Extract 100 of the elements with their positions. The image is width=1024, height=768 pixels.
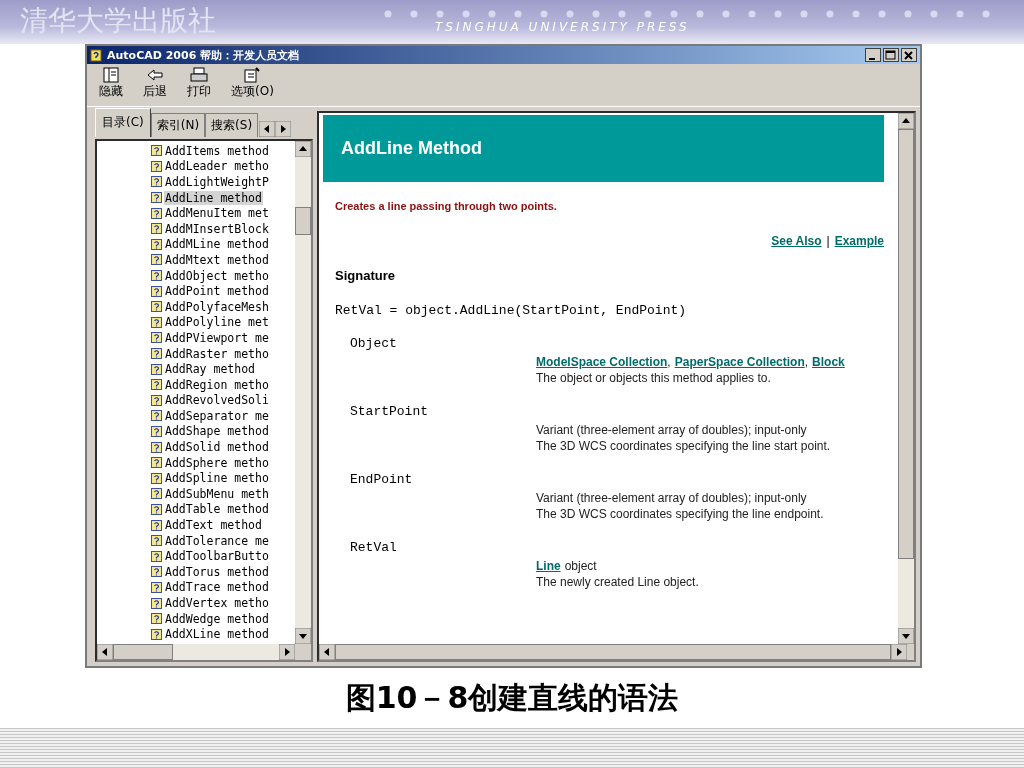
publisher-english-name: TSINGHUA UNIVERSITY PRESS — [434, 20, 691, 34]
help-page-icon — [151, 316, 162, 328]
help-page-icon — [151, 207, 162, 219]
minimize-button[interactable] — [865, 48, 881, 62]
link[interactable]: PaperSpace Collection — [674, 354, 805, 370]
help-page-icon — [151, 192, 162, 204]
scrollbar-corner — [295, 644, 311, 660]
help-page-icon — [151, 488, 162, 500]
slide-caption: 图10－8创建直线的语法 — [344, 679, 680, 717]
section-heading: Signature — [334, 267, 396, 283]
link[interactable]: Line — [536, 558, 561, 574]
tree-item[interactable]: AddSphere metho — [164, 455, 270, 470]
help-page-icon — [151, 348, 162, 359]
scroll-up-button[interactable] — [898, 113, 914, 129]
help-page-icon — [151, 254, 162, 266]
scroll-left-button[interactable] — [97, 644, 113, 660]
tab[interactable]: 目录(C) — [95, 108, 151, 137]
tree-item[interactable]: AddTable method — [164, 502, 270, 517]
scroll-down-button[interactable] — [898, 628, 914, 644]
help-page-icon — [151, 581, 162, 593]
tree-item[interactable]: AddText method — [164, 518, 263, 533]
tree-item[interactable]: AddSolid method — [164, 440, 270, 455]
help-page-icon — [151, 457, 162, 469]
toolbar-button[interactable]: 打印 — [183, 66, 215, 104]
tree-item[interactable]: AddShape method — [164, 424, 270, 439]
scroll-up-button[interactable] — [295, 141, 311, 157]
scroll-left-button[interactable] — [319, 644, 335, 660]
help-page-icon — [151, 441, 162, 453]
parameter-description: The 3D WCS coordinates specifying the line endpoint. — [536, 506, 825, 522]
help-page-icon — [151, 426, 162, 437]
tree-item[interactable]: AddMtext method — [164, 252, 270, 267]
tree-item[interactable]: AddVertex metho — [164, 596, 270, 610]
parameter-type: Variant (three-element array of doubles); input-only — [536, 490, 807, 506]
link-separator: | — [826, 234, 830, 248]
tree-item[interactable]: AddSubMenu meth — [164, 486, 270, 501]
scrollbar-thumb[interactable] — [295, 207, 311, 235]
tree-item[interactable]: AddPolyfaceMesh — [164, 299, 270, 314]
tree-item[interactable]: AddMenuItem met — [164, 206, 270, 221]
help-page-icon — [151, 535, 162, 547]
link[interactable]: See Also — [771, 234, 822, 248]
help-page-icon — [151, 301, 162, 313]
help-page-icon — [151, 410, 162, 422]
help-page-icon — [151, 145, 162, 157]
tree-item[interactable]: AddTorus method — [164, 564, 270, 579]
help-page-icon — [151, 160, 162, 172]
tree-item[interactable]: AddRay method — [164, 362, 256, 377]
tree-item[interactable]: AddPViewport me — [164, 330, 270, 345]
help-page-icon — [151, 519, 162, 531]
parameter-type: Variant (three-element array of doubles); input-only — [536, 422, 807, 438]
tree-item[interactable]: AddXLine method — [164, 627, 270, 642]
help-page-icon — [151, 566, 162, 578]
tree-item[interactable]: AddMInsertBlock — [164, 221, 270, 236]
help-page-icon — [151, 550, 162, 562]
toolbar-button[interactable]: 选项(O) — [227, 66, 278, 104]
parameter-name: StartPoint — [350, 404, 429, 419]
help-page-icon — [151, 394, 162, 406]
tree-item[interactable]: AddSeparator me — [164, 408, 270, 423]
help-page-icon — [151, 472, 162, 484]
tree-item[interactable]: AddWedge method — [164, 611, 270, 626]
help-page-icon — [151, 613, 162, 625]
tree-item[interactable]: AddLeader metho — [164, 159, 270, 174]
help-page-icon — [151, 628, 162, 640]
tree-item[interactable]: AddLine method — [164, 190, 263, 205]
tree-item[interactable]: AddTrace method — [164, 580, 270, 595]
help-page-icon — [151, 332, 162, 344]
tree-item[interactable]: AddRegion metho — [164, 377, 270, 392]
tab[interactable]: 索引(N) — [150, 113, 206, 137]
help-page-icon — [151, 503, 162, 515]
tree-item[interactable]: AddPoint method — [164, 284, 270, 299]
tree-item[interactable]: AddPolyline met — [164, 315, 270, 330]
tree-item[interactable]: AddSpline metho — [164, 471, 270, 486]
link[interactable]: Example — [834, 234, 884, 248]
code-syntax: RetVal = object.AddLine(StartPoint, EndPoint) — [334, 302, 688, 318]
tree-item[interactable]: AddObject metho — [164, 268, 270, 283]
parameter-description: The object or objects this method applies to. — [536, 370, 772, 386]
parameter-description: The newly created Line object. — [536, 574, 700, 590]
parameter-type: object — [564, 558, 597, 574]
maximize-button[interactable] — [883, 48, 899, 62]
topic-summary: Creates a line passing through two points. — [334, 199, 558, 212]
tree-item[interactable]: AddMLine method — [164, 237, 270, 252]
parameter-name: Object — [350, 336, 398, 351]
tab-scroll-left-button[interactable] — [259, 121, 276, 137]
tree-item[interactable]: AddRevolvedSoli — [164, 393, 270, 408]
tree-item[interactable]: AddItems method — [164, 143, 270, 158]
scroll-right-button[interactable] — [891, 644, 907, 660]
close-button[interactable] — [901, 48, 917, 62]
topic-title: AddLine Method — [340, 138, 482, 159]
link[interactable]: Block — [812, 354, 845, 370]
parameter-name: RetVal — [350, 540, 398, 555]
help-page-icon — [151, 238, 162, 250]
toolbar-button[interactable]: 隐藏 — [95, 66, 127, 104]
tree-item[interactable]: AddToolbarButto — [164, 549, 270, 564]
scroll-right-button[interactable] — [279, 644, 295, 660]
help-page-icon — [151, 285, 162, 297]
tab-scroll-right-button[interactable] — [275, 121, 292, 137]
scroll-down-button[interactable] — [295, 628, 311, 644]
toolbar-button[interactable]: 后退 — [139, 66, 171, 104]
tree-item[interactable]: AddRaster metho — [164, 346, 270, 361]
tree-item[interactable]: AddLightWeightP — [164, 175, 270, 189]
tree-item[interactable]: AddTolerance me — [164, 533, 270, 548]
